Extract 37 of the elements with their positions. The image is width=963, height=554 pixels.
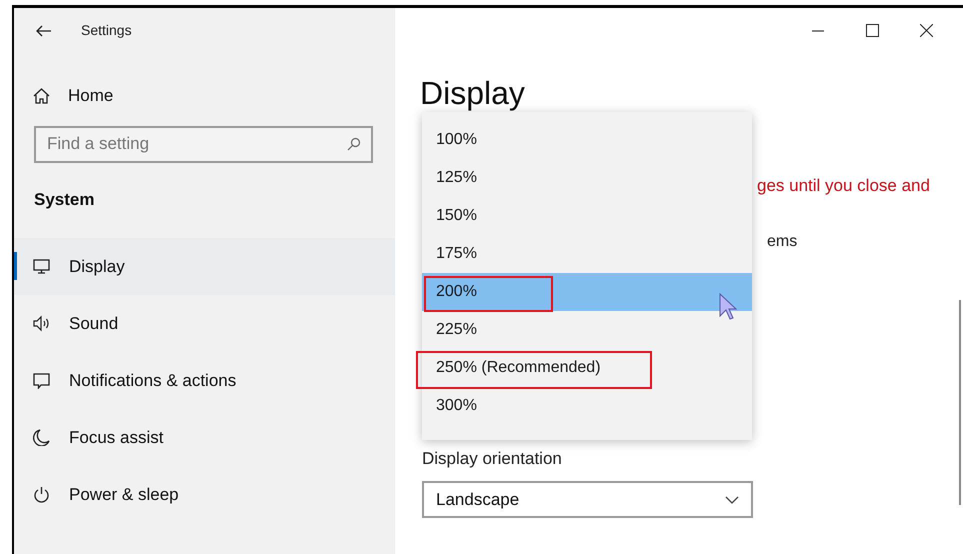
close-icon	[920, 24, 932, 37]
dropdown-option[interactable]: 150%	[422, 197, 752, 235]
dropdown-option[interactable]: 225%	[422, 311, 752, 349]
dropdown-option[interactable]: 175%	[422, 235, 752, 273]
nav-item[interactable]: Sound	[14, 295, 395, 352]
window-title: Settings	[81, 21, 132, 40]
dropdown-option[interactable]: 300%	[422, 387, 752, 425]
cursor-icon	[719, 293, 737, 321]
chevron-down-icon	[725, 496, 739, 504]
dropdown-option[interactable]: 200%	[422, 273, 752, 311]
monitor-icon	[33, 258, 50, 275]
nav-item[interactable]: Power & sleep	[14, 466, 395, 523]
dropdown-option[interactable]: 250% (Recommended)	[422, 349, 752, 387]
search-field[interactable]: Find a setting	[34, 126, 373, 162]
orientation-dropdown[interactable]: Landscape	[422, 481, 753, 518]
field-label: Display orientation	[422, 448, 563, 470]
nav-item[interactable]: Display	[14, 238, 395, 295]
dropdown-option[interactable]: 100%	[422, 121, 752, 159]
message-icon	[33, 372, 50, 389]
home-link[interactable]: Home	[33, 83, 114, 108]
back-icon	[36, 24, 52, 36]
scrollbar[interactable]	[959, 300, 961, 505]
nav-item[interactable]: Notifications & actions	[14, 352, 395, 409]
moon-icon	[33, 429, 50, 446]
power-icon	[33, 486, 50, 503]
warning-text: ges until you close and	[757, 175, 931, 197]
nav-item[interactable]: Focus assist	[14, 409, 395, 466]
selection-bar	[14, 252, 17, 280]
dropdown-option[interactable]: 125%	[422, 159, 752, 197]
maximize-icon	[866, 24, 878, 37]
home-icon	[33, 88, 50, 104]
speaker-icon	[33, 315, 50, 332]
section-heading: System	[34, 188, 96, 210]
setting-text: ems	[767, 232, 798, 252]
page-title: Display	[420, 74, 526, 113]
search-icon	[347, 136, 361, 150]
minimize-icon	[812, 30, 824, 32]
